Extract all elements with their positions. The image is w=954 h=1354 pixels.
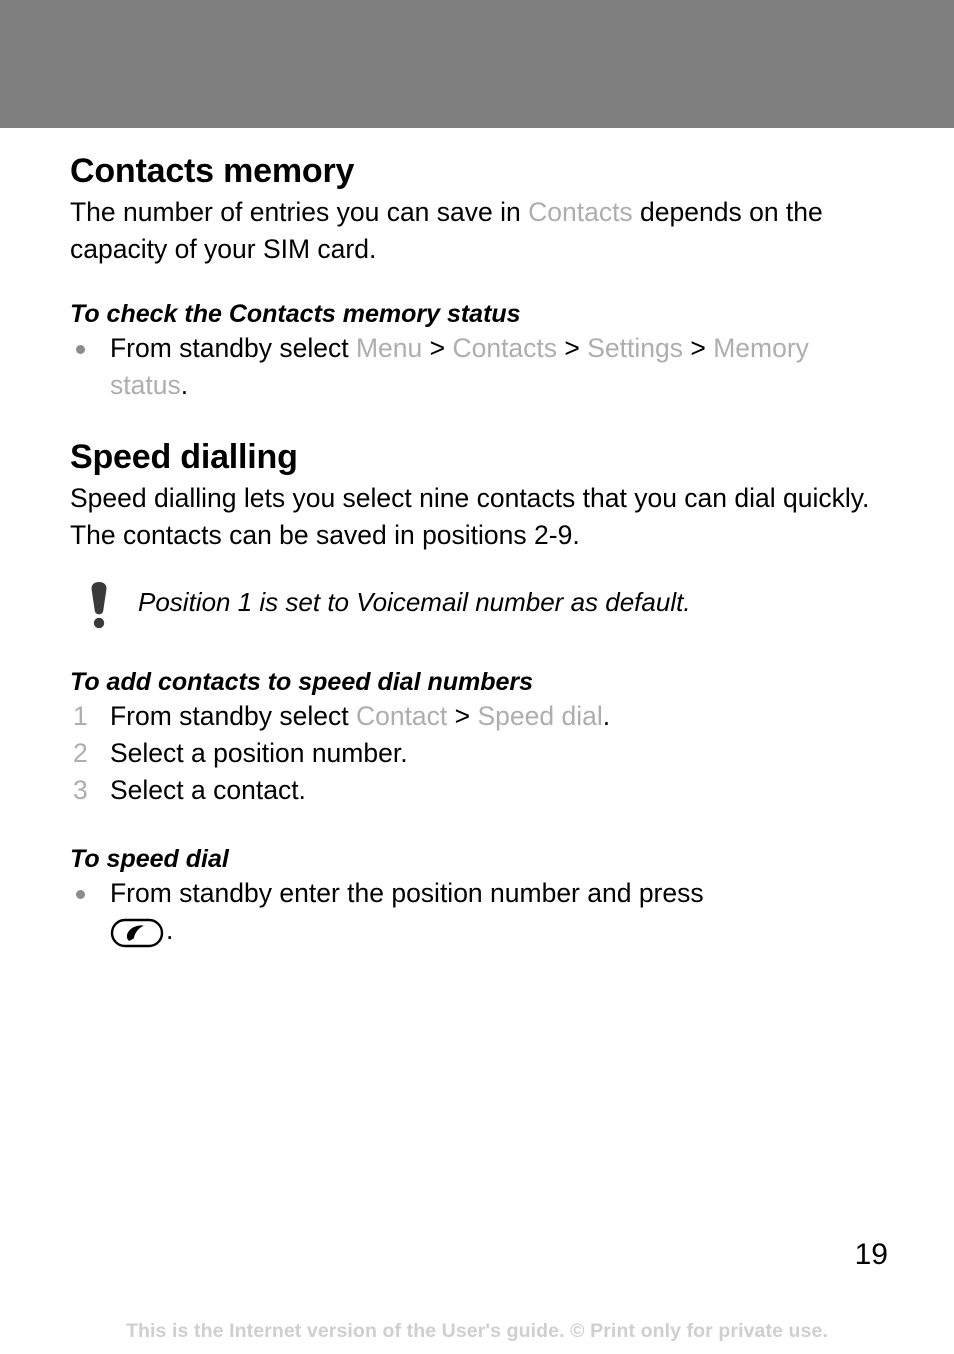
paragraph-text-lead: The number of entries you can save in	[70, 197, 529, 227]
ui-term-speed-dial: Speed dial	[477, 701, 603, 731]
note-text: Position 1 is set to Voicemail number as…	[138, 587, 691, 617]
section-heading-speed-dialling: Speed dialling	[70, 438, 298, 476]
footer-notice: This is the Internet version of the User…	[126, 1320, 828, 1342]
bullet-dot-icon	[76, 345, 85, 354]
step-number: 3	[73, 775, 88, 805]
list-item: From standby select Menu > Contacts > Se…	[70, 330, 890, 404]
step-text-lead: From standby enter the position number a…	[110, 878, 704, 908]
section-heading-contacts-memory: Contacts memory	[70, 152, 355, 190]
contacts-memory-paragraph: The number of entries you can save in Co…	[70, 194, 890, 268]
note-block: Position 1 is set to Voicemail number as…	[70, 582, 890, 632]
step-number: 2	[73, 738, 88, 768]
bullet-dot-icon	[76, 890, 85, 899]
step-text-lead: From standby select	[110, 701, 356, 731]
ui-term-contact: Contact	[355, 701, 448, 731]
page-header-band	[0, 0, 954, 128]
list-item: 3 Select a contact.	[70, 772, 890, 809]
step-text: Select a contact.	[110, 775, 306, 805]
step-text-trailing: .	[602, 701, 611, 731]
list-item: 1 From standby select Contact > Speed dia…	[70, 698, 890, 735]
bullet-list-speed-dial: From standby enter the position number a…	[70, 875, 890, 949]
ui-term-settings: Settings	[587, 333, 683, 363]
list-item: From standby enter the position number a…	[70, 875, 890, 949]
page-number: 19	[854, 1238, 888, 1271]
call-key-icon	[110, 918, 164, 948]
step-number: 1	[73, 701, 88, 731]
ui-term-menu: Menu	[355, 333, 423, 363]
procedure-heading-check-memory-status: To check the Contacts memory status	[70, 300, 521, 328]
page-content: Contacts memory The number of entries yo…	[70, 152, 890, 949]
step-text: Select a position number.	[110, 738, 408, 768]
numbered-list-add-speed-dial: 1 From standby select Contact > Speed dia…	[70, 698, 890, 809]
speed-dialling-paragraph: Speed dialling lets you select nine cont…	[70, 483, 870, 550]
ui-term-contacts: Contacts	[452, 333, 558, 363]
path-separator: >	[447, 701, 478, 731]
step-text-trailing: .	[180, 370, 189, 400]
path-separator: >	[422, 333, 453, 363]
step-text-lead: From standby select	[110, 333, 356, 363]
bullet-list-check-memory: From standby select Menu > Contacts > Se…	[70, 330, 890, 404]
procedure-heading-speed-dial: To speed dial	[70, 845, 229, 873]
path-separator: >	[557, 333, 588, 363]
procedure-heading-add-speed-dial: To add contacts to speed dial numbers	[70, 668, 534, 696]
step-text-trailing: .	[166, 915, 174, 945]
list-item: 2 Select a position number.	[70, 735, 890, 772]
path-separator: >	[683, 333, 714, 363]
ui-term-contacts: Contacts	[528, 197, 633, 227]
exclamation-mark-icon	[88, 582, 110, 629]
